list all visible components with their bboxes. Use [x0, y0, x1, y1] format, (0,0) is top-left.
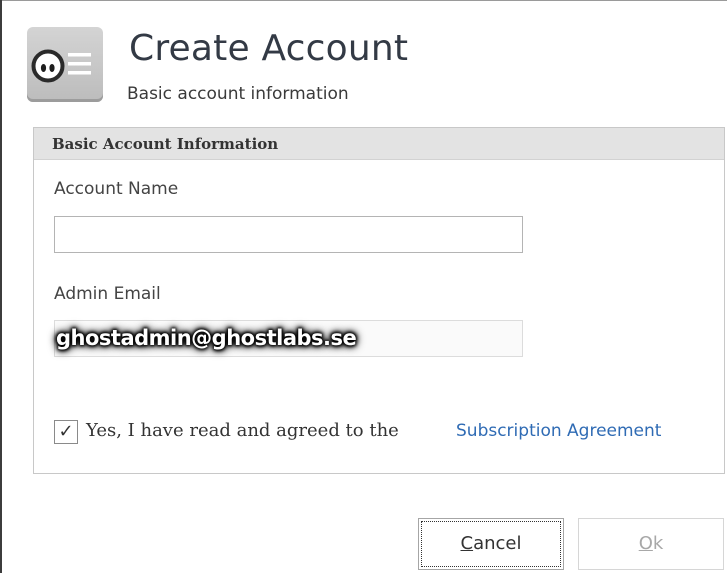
ok-mnemonic: O: [638, 533, 653, 554]
agreement-checkbox[interactable]: ✓: [54, 420, 78, 444]
cancel-label-rest: ancel: [473, 533, 522, 554]
cancel-mnemonic: C: [460, 533, 474, 554]
account-card-icon: [27, 27, 103, 102]
admin-email-label: Admin Email: [54, 284, 161, 304]
account-name-input[interactable]: [54, 216, 523, 253]
group-header: Basic Account Information: [34, 128, 724, 160]
window-top-border: [0, 0, 727, 1]
admin-email-value: ghostadmin@ghostlabs.se: [56, 326, 357, 350]
window-left-border: [0, 0, 2, 573]
subscription-agreement-link[interactable]: Subscription Agreement: [456, 421, 661, 441]
ok-button[interactable]: Ok: [578, 518, 724, 570]
cancel-button[interactable]: Cancel: [418, 518, 564, 570]
agreement-label: Yes, I have read and agreed to the: [86, 420, 399, 441]
group-header-title: Basic Account Information: [52, 135, 279, 153]
account-name-label: Account Name: [54, 179, 179, 199]
dialog-subtitle: Basic account information: [127, 84, 349, 104]
dialog-title: Create Account: [129, 28, 409, 69]
ok-label-rest: k: [652, 533, 664, 554]
